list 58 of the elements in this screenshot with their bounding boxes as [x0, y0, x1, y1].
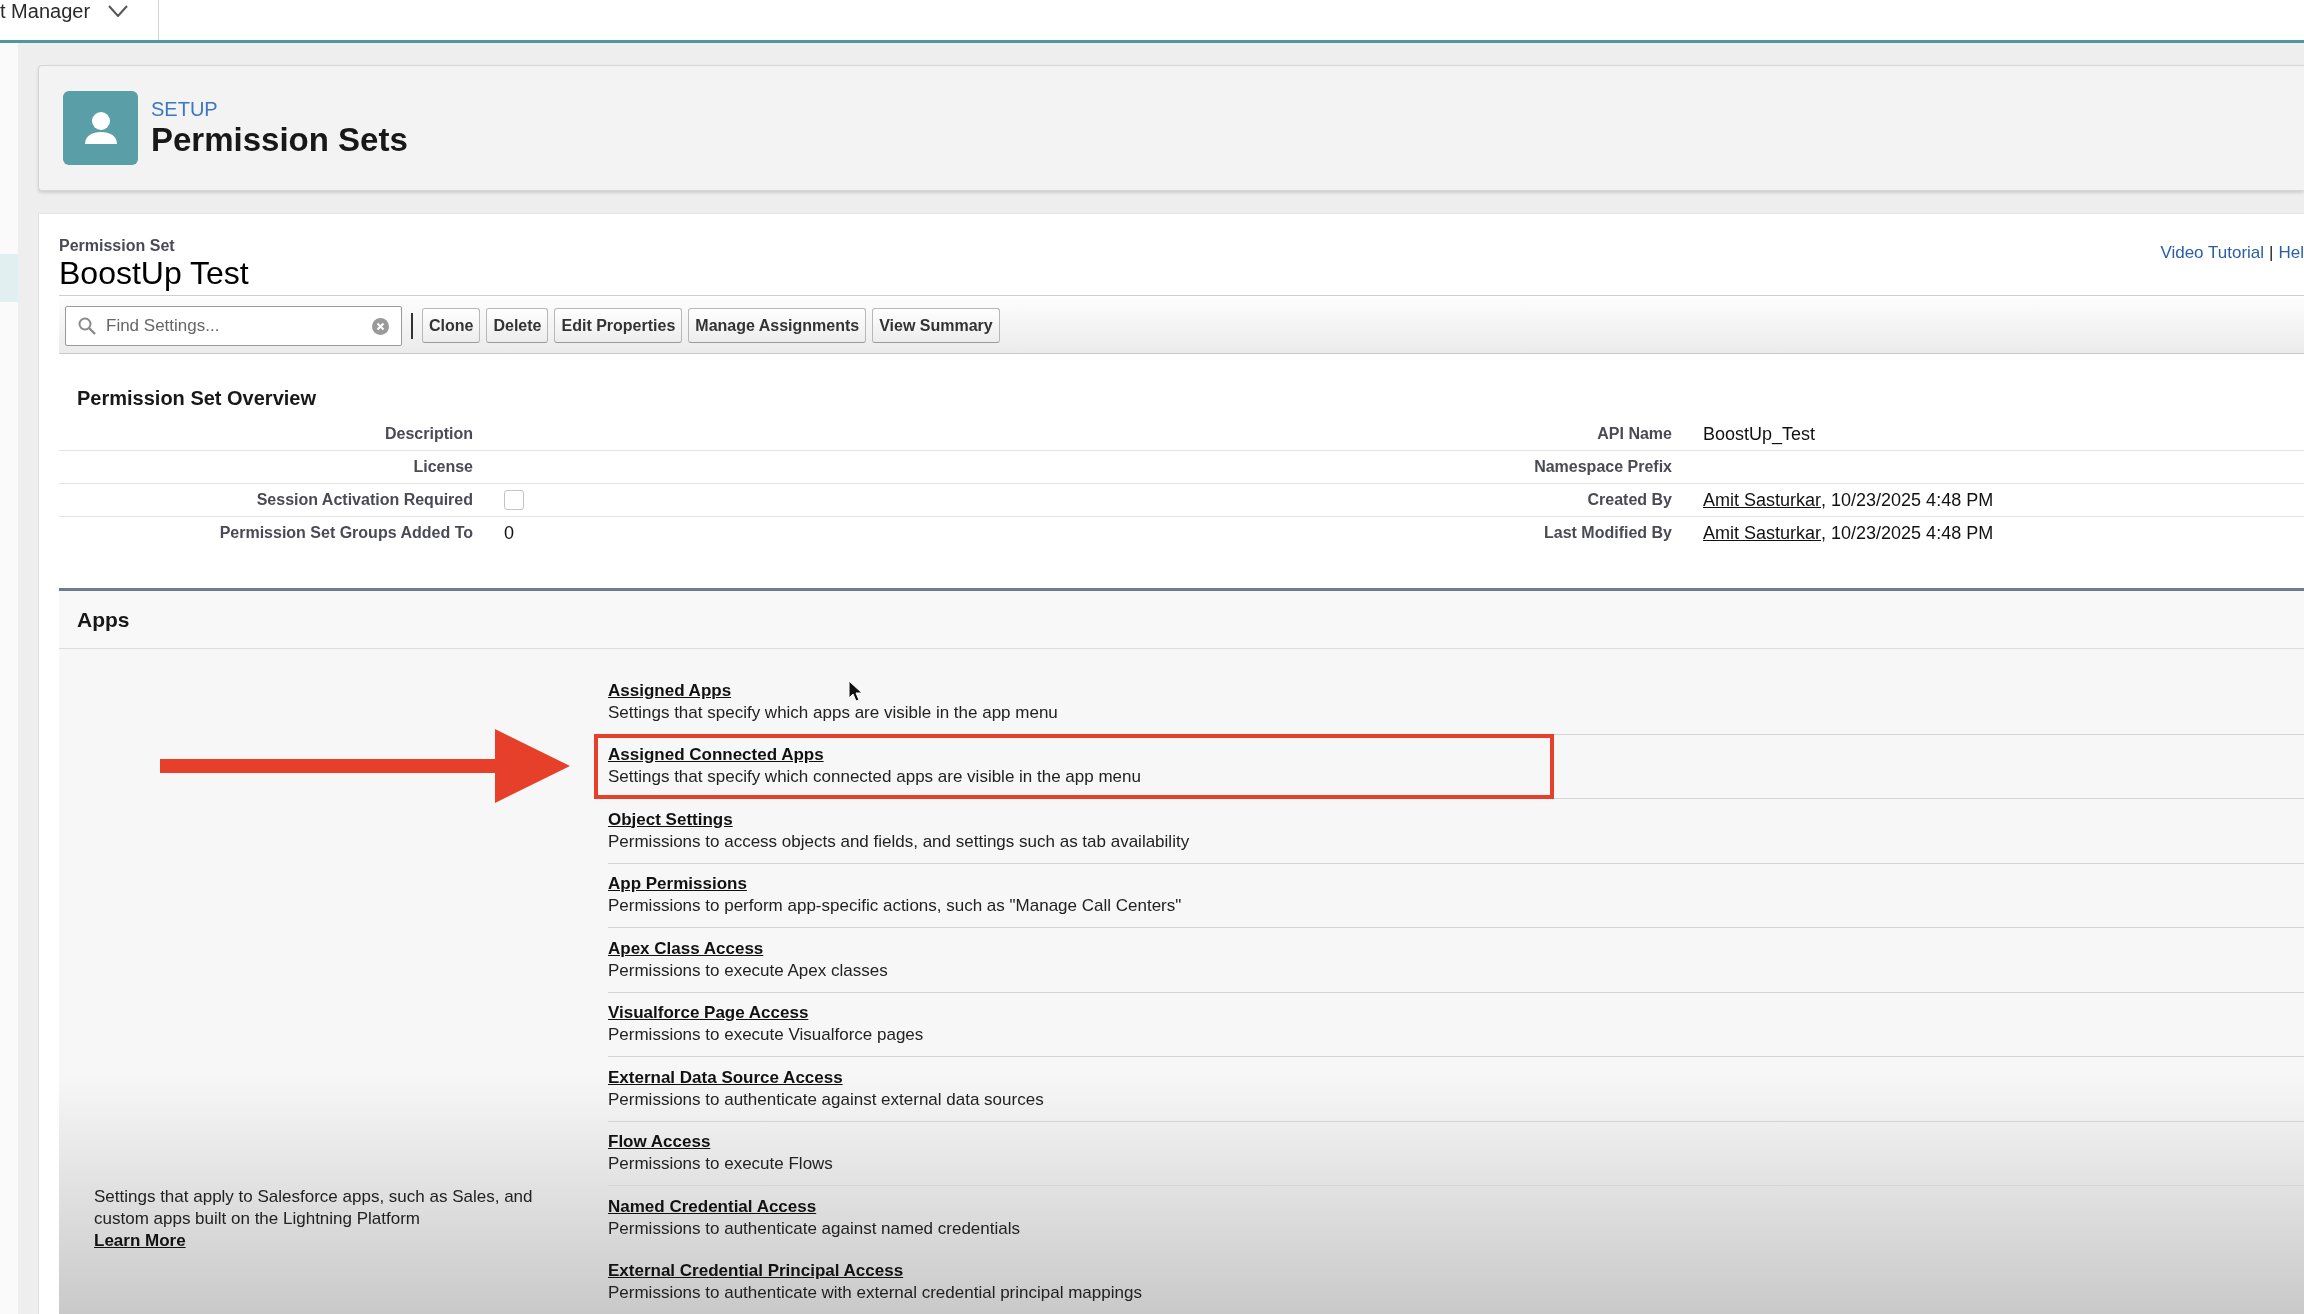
- setting-link[interactable]: Object Settings: [608, 808, 733, 831]
- learn-more-link[interactable]: Learn More: [94, 1230, 186, 1252]
- clear-icon[interactable]: [372, 317, 389, 335]
- field-value: BoostUp_Test: [1703, 424, 1816, 444]
- field-label: Created By: [1587, 491, 1672, 508]
- field-value: 0: [504, 523, 514, 543]
- user-link[interactable]: Amit Sasturkar: [1703, 523, 1822, 543]
- field-label: Description: [385, 425, 473, 442]
- user-icon: [63, 91, 138, 165]
- setting-description: Permissions to authenticate against external data sources: [608, 1088, 1044, 1111]
- setting-description: Permissions to execute Apex classes: [608, 959, 888, 982]
- setting-description: Settings that specify which apps are visible in the app menu: [608, 701, 1058, 724]
- timestamp-text: , 10/23/2025 4:48 PM: [1821, 523, 1994, 543]
- field-label: Session Activation Required: [256, 491, 473, 508]
- setting-description: Permissions to access objects and fields, and settings such as tab availability: [608, 830, 1190, 853]
- setting-link[interactable]: Apex Class Access: [608, 937, 764, 960]
- link-separator: |: [2269, 243, 2274, 263]
- toolbar-button[interactable]: Manage Assignments: [688, 308, 867, 343]
- field-label: Permission Set Groups Added To: [219, 524, 473, 541]
- toolbar-button[interactable]: Clone: [422, 308, 481, 343]
- toolbar-button[interactable]: View Summary: [872, 308, 1000, 343]
- setting-link[interactable]: Flow Access: [608, 1131, 711, 1153]
- setting-description: Settings that specify which connected apps are visible in the app menu: [608, 766, 1141, 788]
- setting-description: Permissions to authenticate against named credentials: [608, 1217, 1020, 1240]
- record-title: BoostUp Test: [59, 255, 249, 291]
- record-type-label: Permission Set: [59, 237, 175, 254]
- overview-heading: Permission Set Overview: [77, 387, 316, 409]
- checkbox[interactable]: [504, 490, 524, 510]
- timestamp-text: , 10/23/2025 4:48 PM: [1821, 490, 1994, 510]
- setting-description: Permissions to perform app-specific actions, such as "Manage Call Centers": [608, 895, 1182, 917]
- search-icon: [78, 316, 96, 335]
- header-eyebrow: SETUP: [151, 98, 218, 120]
- field-label: Last Modified By: [1544, 524, 1672, 541]
- field-label: License: [413, 458, 473, 475]
- field-label: Namespace Prefix: [1534, 458, 1672, 475]
- setting-link[interactable]: External Data Source Access: [608, 1066, 843, 1089]
- help-link[interactable]: Video Tutorial: [2160, 243, 2265, 263]
- setting-link[interactable]: Assigned Connected Apps: [608, 744, 824, 766]
- chevron-down-icon: [108, 5, 129, 17]
- setting-link[interactable]: Assigned Apps: [608, 679, 732, 702]
- toolbar-button[interactable]: Delete: [486, 308, 549, 343]
- field-label: API Name: [1597, 425, 1672, 442]
- setting-link[interactable]: Visualforce Page Access: [608, 1002, 809, 1024]
- setting-description: Permissions to authenticate with external credential principal mappings: [608, 1282, 1142, 1304]
- setting-description: Permissions to execute Visualforce pages: [608, 1024, 924, 1046]
- apps-description: Settings that apply to Salesforce apps, such as Sales, and custom apps built on the Lightning Platform: [94, 1186, 534, 1230]
- user-link[interactable]: Amit Sasturkar: [1703, 490, 1822, 510]
- mouse-pointer-icon: [848, 680, 863, 702]
- help-link[interactable]: Hel: [2278, 243, 2304, 263]
- app-menu-button[interactable]: t Manager: [0, 0, 129, 22]
- setting-description: Permissions to execute Flows: [608, 1153, 833, 1175]
- setting-link[interactable]: Named Credential Access: [608, 1195, 817, 1218]
- page-title: Permission Sets: [151, 121, 408, 158]
- setting-link[interactable]: External Credential Principal Access: [608, 1260, 904, 1282]
- search-field[interactable]: Find Settings...: [65, 305, 402, 346]
- setting-link[interactable]: App Permissions: [608, 873, 747, 895]
- toolbar-button[interactable]: Edit Properties: [554, 308, 683, 343]
- section-title: Apps: [77, 607, 130, 632]
